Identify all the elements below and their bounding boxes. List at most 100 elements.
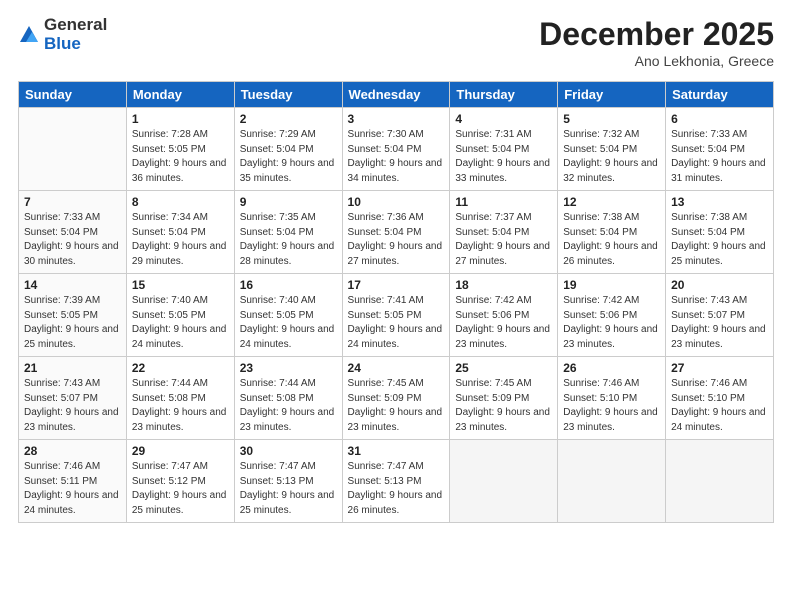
day-info: Sunrise: 7:42 AMSunset: 5:06 PMDaylight:…: [455, 294, 552, 352]
day-number: 1: [132, 112, 229, 126]
day-info: Sunrise: 7:39 AMSunset: 5:05 PMDaylight:…: [24, 294, 121, 352]
calendar-cell-1-5: 12 Sunrise: 7:38 AMSunset: 5:04 PMDayligh…: [558, 191, 666, 274]
day-info: Sunrise: 7:46 AMSunset: 5:10 PMDaylight:…: [563, 377, 660, 435]
day-info: Sunrise: 7:47 AMSunset: 5:13 PMDaylight:…: [348, 460, 445, 518]
day-info: Sunrise: 7:38 AMSunset: 5:04 PMDaylight:…: [671, 211, 768, 269]
calendar-cell-3-3: 24 Sunrise: 7:45 AMSunset: 5:09 PMDayligh…: [342, 357, 450, 440]
day-info: Sunrise: 7:42 AMSunset: 5:06 PMDaylight:…: [563, 294, 660, 352]
calendar-cell-3-2: 23 Sunrise: 7:44 AMSunset: 5:08 PMDayligh…: [234, 357, 342, 440]
day-info: Sunrise: 7:33 AMSunset: 5:04 PMDaylight:…: [671, 128, 768, 186]
day-number: 12: [563, 195, 660, 209]
calendar-cell-1-6: 13 Sunrise: 7:38 AMSunset: 5:04 PMDayligh…: [666, 191, 774, 274]
day-number: 14: [24, 278, 121, 292]
col-monday: Monday: [126, 82, 234, 108]
day-info: Sunrise: 7:34 AMSunset: 5:04 PMDaylight:…: [132, 211, 229, 269]
calendar-cell-0-4: 4 Sunrise: 7:31 AMSunset: 5:04 PMDaylight…: [450, 108, 558, 191]
day-number: 20: [671, 278, 768, 292]
calendar-cell-2-6: 20 Sunrise: 7:43 AMSunset: 5:07 PMDayligh…: [666, 274, 774, 357]
day-info: Sunrise: 7:40 AMSunset: 5:05 PMDaylight:…: [240, 294, 337, 352]
calendar-cell-0-6: 6 Sunrise: 7:33 AMSunset: 5:04 PMDaylight…: [666, 108, 774, 191]
week-row-4: 21 Sunrise: 7:43 AMSunset: 5:07 PMDayligh…: [19, 357, 774, 440]
logo-general: General: [44, 16, 107, 35]
calendar-cell-1-2: 9 Sunrise: 7:35 AMSunset: 5:04 PMDaylight…: [234, 191, 342, 274]
col-tuesday: Tuesday: [234, 82, 342, 108]
day-number: 5: [563, 112, 660, 126]
day-info: Sunrise: 7:38 AMSunset: 5:04 PMDaylight:…: [563, 211, 660, 269]
day-number: 29: [132, 444, 229, 458]
col-sunday: Sunday: [19, 82, 127, 108]
day-info: Sunrise: 7:47 AMSunset: 5:13 PMDaylight:…: [240, 460, 337, 518]
day-number: 27: [671, 361, 768, 375]
day-number: 25: [455, 361, 552, 375]
calendar-cell-1-3: 10 Sunrise: 7:36 AMSunset: 5:04 PMDayligh…: [342, 191, 450, 274]
calendar-cell-3-6: 27Sunrise: 7:46 AMSunset: 5:10 PMDayligh…: [666, 357, 774, 440]
calendar-cell-2-1: 15Sunrise: 7:40 AMSunset: 5:05 PMDayligh…: [126, 274, 234, 357]
logo-icon: [18, 24, 40, 46]
day-number: 10: [348, 195, 445, 209]
day-info: Sunrise: 7:43 AMSunset: 5:07 PMDaylight:…: [24, 377, 121, 435]
col-wednesday: Wednesday: [342, 82, 450, 108]
calendar-cell-1-1: 8 Sunrise: 7:34 AMSunset: 5:04 PMDaylight…: [126, 191, 234, 274]
day-info: Sunrise: 7:45 AMSunset: 5:09 PMDaylight:…: [348, 377, 445, 435]
calendar-cell-4-0: 28 Sunrise: 7:46 AMSunset: 5:11 PMDayligh…: [19, 440, 127, 523]
day-number: 8: [132, 195, 229, 209]
day-info: Sunrise: 7:28 AMSunset: 5:05 PMDaylight:…: [132, 128, 229, 186]
day-number: 31: [348, 444, 445, 458]
calendar-cell-2-2: 16 Sunrise: 7:40 AMSunset: 5:05 PMDayligh…: [234, 274, 342, 357]
calendar-cell-2-5: 19 Sunrise: 7:42 AMSunset: 5:06 PMDayligh…: [558, 274, 666, 357]
day-number: 7: [24, 195, 121, 209]
calendar-cell-0-0: [19, 108, 127, 191]
calendar-cell-3-4: 25 Sunrise: 7:45 AMSunset: 5:09 PMDayligh…: [450, 357, 558, 440]
day-number: 4: [455, 112, 552, 126]
day-number: 26: [563, 361, 660, 375]
calendar-cell-0-3: 3 Sunrise: 7:30 AMSunset: 5:04 PMDaylight…: [342, 108, 450, 191]
calendar-cell-4-5: [558, 440, 666, 523]
day-info: Sunrise: 7:43 AMSunset: 5:07 PMDaylight:…: [671, 294, 768, 352]
day-number: 21: [24, 361, 121, 375]
calendar-cell-0-5: 5 Sunrise: 7:32 AMSunset: 5:04 PMDaylight…: [558, 108, 666, 191]
calendar-cell-2-0: 14 Sunrise: 7:39 AMSunset: 5:05 PMDayligh…: [19, 274, 127, 357]
calendar-cell-4-4: [450, 440, 558, 523]
day-number: 2: [240, 112, 337, 126]
day-number: 16: [240, 278, 337, 292]
day-info: Sunrise: 7:33 AMSunset: 5:04 PMDaylight:…: [24, 211, 121, 269]
title-block: December 2025 Ano Lekhonia, Greece: [539, 16, 774, 69]
day-number: 19: [563, 278, 660, 292]
logo-text: General Blue: [44, 16, 107, 53]
calendar-cell-1-4: 11Sunrise: 7:37 AMSunset: 5:04 PMDayligh…: [450, 191, 558, 274]
day-number: 30: [240, 444, 337, 458]
day-number: 3: [348, 112, 445, 126]
day-info: Sunrise: 7:46 AMSunset: 5:11 PMDaylight:…: [24, 460, 121, 518]
calendar-header-row: Sunday Monday Tuesday Wednesday Thursday…: [19, 82, 774, 108]
day-info: Sunrise: 7:44 AMSunset: 5:08 PMDaylight:…: [240, 377, 337, 435]
day-number: 24: [348, 361, 445, 375]
calendar-cell-1-0: 7 Sunrise: 7:33 AMSunset: 5:04 PMDaylight…: [19, 191, 127, 274]
day-info: Sunrise: 7:47 AMSunset: 5:12 PMDaylight:…: [132, 460, 229, 518]
col-thursday: Thursday: [450, 82, 558, 108]
day-info: Sunrise: 7:45 AMSunset: 5:09 PMDaylight:…: [455, 377, 552, 435]
header: General Blue December 2025 Ano Lekhonia,…: [18, 16, 774, 69]
day-info: Sunrise: 7:31 AMSunset: 5:04 PMDaylight:…: [455, 128, 552, 186]
week-row-5: 28 Sunrise: 7:46 AMSunset: 5:11 PMDayligh…: [19, 440, 774, 523]
day-info: Sunrise: 7:32 AMSunset: 5:04 PMDaylight:…: [563, 128, 660, 186]
week-row-2: 7 Sunrise: 7:33 AMSunset: 5:04 PMDaylight…: [19, 191, 774, 274]
calendar-table: Sunday Monday Tuesday Wednesday Thursday…: [18, 81, 774, 523]
logo-blue: Blue: [44, 35, 107, 54]
calendar-cell-0-1: 1 Sunrise: 7:28 AMSunset: 5:05 PMDaylight…: [126, 108, 234, 191]
calendar-cell-3-1: 22Sunrise: 7:44 AMSunset: 5:08 PMDayligh…: [126, 357, 234, 440]
day-number: 6: [671, 112, 768, 126]
day-number: 17: [348, 278, 445, 292]
day-number: 13: [671, 195, 768, 209]
day-info: Sunrise: 7:29 AMSunset: 5:04 PMDaylight:…: [240, 128, 337, 186]
day-info: Sunrise: 7:35 AMSunset: 5:04 PMDaylight:…: [240, 211, 337, 269]
day-number: 9: [240, 195, 337, 209]
day-info: Sunrise: 7:36 AMSunset: 5:04 PMDaylight:…: [348, 211, 445, 269]
day-number: 23: [240, 361, 337, 375]
calendar-cell-3-0: 21 Sunrise: 7:43 AMSunset: 5:07 PMDayligh…: [19, 357, 127, 440]
day-number: 18: [455, 278, 552, 292]
day-number: 11: [455, 195, 552, 209]
day-info: Sunrise: 7:30 AMSunset: 5:04 PMDaylight:…: [348, 128, 445, 186]
calendar-cell-4-2: 30 Sunrise: 7:47 AMSunset: 5:13 PMDayligh…: [234, 440, 342, 523]
day-number: 28: [24, 444, 121, 458]
calendar-cell-4-3: 31 Sunrise: 7:47 AMSunset: 5:13 PMDayligh…: [342, 440, 450, 523]
